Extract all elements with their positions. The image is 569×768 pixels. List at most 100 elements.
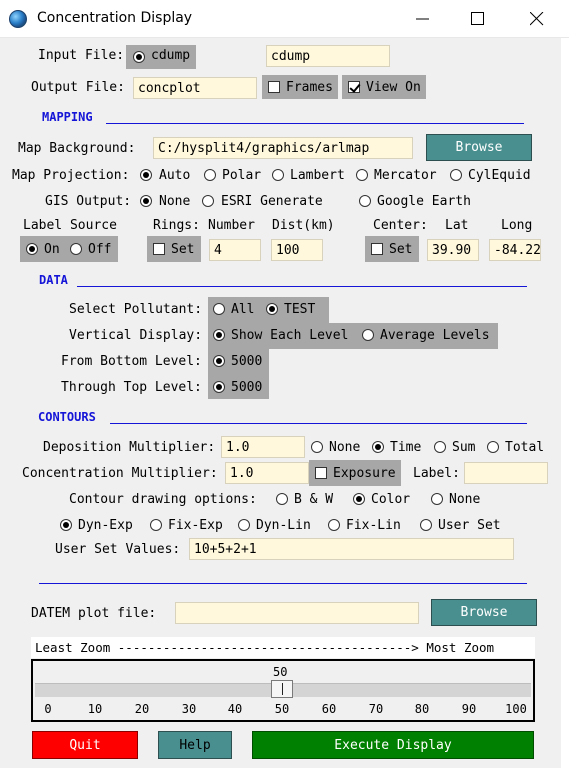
gis-none-label: None (159, 194, 191, 209)
pollutant-test-label: TEST (284, 302, 316, 317)
through-top-radio[interactable] (213, 381, 225, 393)
frames-checkbox[interactable] (268, 81, 280, 93)
datem-browse-button[interactable]: Browse (431, 599, 537, 626)
contour-label-field[interactable] (464, 462, 548, 484)
datem-label: DATEM plot file: (31, 606, 157, 621)
drawing-bw-radio[interactable] (276, 493, 288, 505)
minimize-button[interactable] (394, 0, 452, 38)
scale-fix-lin-label: Fix-Lin (346, 518, 401, 533)
gis-none-radio[interactable] (140, 195, 152, 207)
through-top-label: Through Top Level: (61, 380, 202, 395)
zoom-tick: 20 (134, 702, 150, 716)
from-bottom-radio[interactable] (213, 355, 225, 367)
scale-fix-exp-radio[interactable] (150, 519, 162, 531)
input-file-radio-label: cdump (151, 48, 191, 63)
pollutant-test-radio[interactable] (266, 303, 278, 315)
concentration-multiplier-label: Concentration Multiplier: (22, 466, 218, 481)
deposition-total-radio[interactable] (487, 441, 499, 453)
rings-dist-field[interactable]: 100 (271, 239, 323, 261)
gis-output-label: GIS Output: (45, 194, 132, 209)
contour-label-label: Label: (413, 466, 460, 481)
center-lat-field[interactable]: 39.90 (427, 239, 479, 261)
zoom-tick: 30 (181, 702, 197, 716)
rings-title: Rings: (153, 218, 200, 233)
rings-set-label: Set (171, 242, 195, 257)
projection-mercator-label: Mercator (374, 168, 437, 183)
drawing-bw-label: B & W (294, 492, 334, 507)
drawing-none-radio[interactable] (431, 493, 443, 505)
user-set-values-field[interactable]: 10+5+2+1 (189, 538, 514, 560)
input-file-field[interactable]: cdump (266, 45, 390, 67)
zoom-tick: 70 (368, 702, 384, 716)
frames-label: Frames (286, 80, 333, 95)
exposure-checkbox[interactable] (315, 467, 327, 479)
projection-polar-label: Polar (222, 168, 262, 183)
projection-cylequid-radio[interactable] (450, 169, 462, 181)
scale-user-set-label: User Set (438, 518, 501, 533)
deposition-time-label: Time (390, 440, 422, 455)
maximize-button[interactable] (449, 0, 507, 38)
from-bottom-value: 5000 (231, 354, 263, 369)
scale-dyn-lin-radio[interactable] (238, 519, 250, 531)
scale-dyn-exp-radio[interactable] (60, 519, 72, 531)
input-file-radio[interactable] (133, 51, 145, 63)
scale-user-set-radio[interactable] (420, 519, 432, 531)
rings-number-title: Number (208, 218, 255, 233)
gis-esri-radio[interactable] (202, 195, 214, 207)
map-browse-button[interactable]: Browse (426, 134, 532, 161)
datem-field[interactable] (175, 602, 419, 624)
zoom-tick: 100 (505, 702, 527, 716)
label-source-title: Label Source (23, 218, 117, 233)
drawing-color-radio[interactable] (353, 493, 365, 505)
deposition-multiplier-label: Deposition Multiplier: (43, 440, 216, 455)
vertical-average-radio[interactable] (362, 329, 374, 341)
mapping-divider (106, 123, 524, 124)
help-button[interactable]: Help (158, 731, 232, 759)
zoom-tick: 50 (274, 702, 290, 716)
concentration-multiplier-field[interactable]: 1.0 (225, 462, 309, 484)
zoom-slider[interactable]: 50 0 10 20 30 40 50 60 70 80 90 100 (31, 659, 535, 722)
scale-fix-lin-radio[interactable] (328, 519, 340, 531)
center-set-checkbox[interactable] (371, 243, 383, 255)
zoom-tick: 90 (461, 702, 477, 716)
rings-set-checkbox[interactable] (153, 243, 165, 255)
gis-google-earth-radio[interactable] (359, 195, 371, 207)
deposition-time-radio[interactable] (372, 441, 384, 453)
pollutant-all-radio[interactable] (213, 303, 225, 315)
projection-cylequid-label: CylEquid (468, 168, 531, 183)
execute-display-button[interactable]: Execute Display (252, 731, 534, 759)
globe-icon (9, 10, 27, 28)
vertical-each-level-radio[interactable] (213, 329, 225, 341)
map-background-field[interactable]: C:/hysplit4/graphics/arlmap (153, 137, 413, 159)
deposition-total-label: Total (505, 440, 545, 455)
center-long-field[interactable]: -84.22 (489, 239, 541, 261)
rings-number-field[interactable]: 4 (209, 239, 261, 261)
scale-fix-exp-label: Fix-Exp (168, 518, 223, 533)
deposition-multiplier-field[interactable]: 1.0 (221, 436, 305, 458)
data-divider (77, 286, 527, 287)
quit-button[interactable]: Quit (32, 731, 138, 759)
projection-mercator-radio[interactable] (356, 169, 368, 181)
close-button[interactable] (508, 0, 566, 38)
drawing-none-label: None (449, 492, 481, 507)
label-source-off-radio[interactable] (70, 243, 82, 255)
projection-lambert-radio[interactable] (272, 169, 284, 181)
contours-divider (110, 423, 527, 424)
scale-dyn-exp-label: Dyn-Exp (78, 518, 133, 533)
map-projection-label: Map Projection: (12, 168, 130, 183)
projection-polar-radio[interactable] (204, 169, 216, 181)
label-source-on-radio[interactable] (26, 243, 38, 255)
zoom-slider-thumb[interactable] (271, 680, 293, 698)
deposition-none-radio[interactable] (311, 441, 323, 453)
view-on-checkbox[interactable] (348, 81, 360, 93)
close-icon (530, 12, 544, 26)
window-title: Concentration Display (37, 10, 193, 26)
output-file-field[interactable]: concplot (133, 77, 257, 99)
map-background-label: Map Background: (18, 141, 136, 156)
deposition-sum-radio[interactable] (434, 441, 446, 453)
projection-auto-radio[interactable] (140, 169, 152, 181)
deposition-sum-label: Sum (452, 440, 476, 455)
select-pollutant-label: Select Pollutant: (69, 302, 203, 317)
center-set-label: Set (389, 242, 413, 257)
rings-dist-title: Dist(km) (272, 218, 335, 233)
